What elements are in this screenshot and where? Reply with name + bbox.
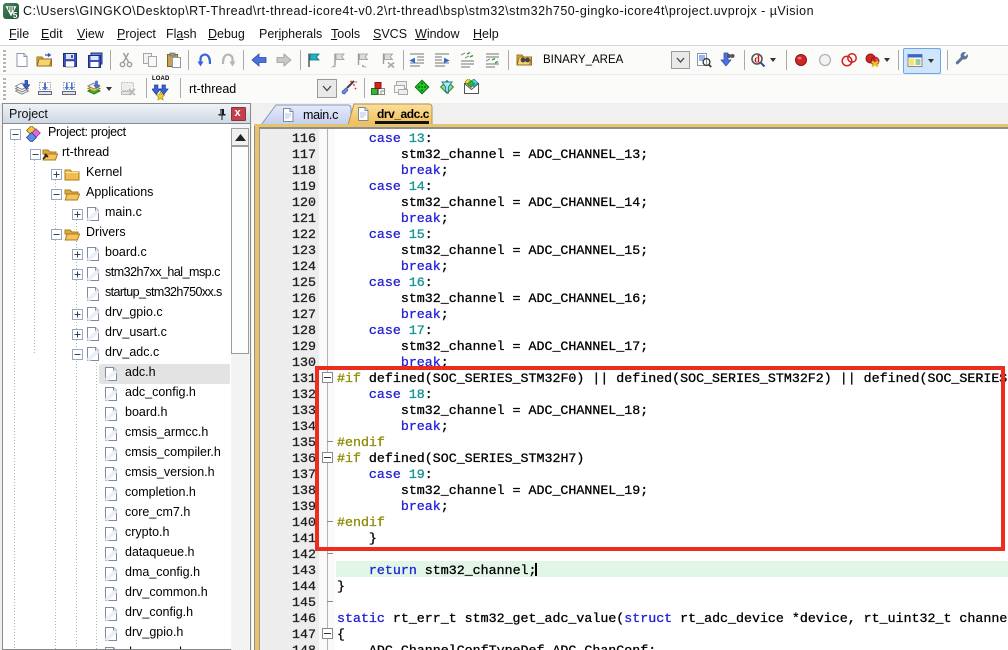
svg-text:5: 5 <box>13 10 18 19</box>
svg-text:d: d <box>754 55 760 66</box>
